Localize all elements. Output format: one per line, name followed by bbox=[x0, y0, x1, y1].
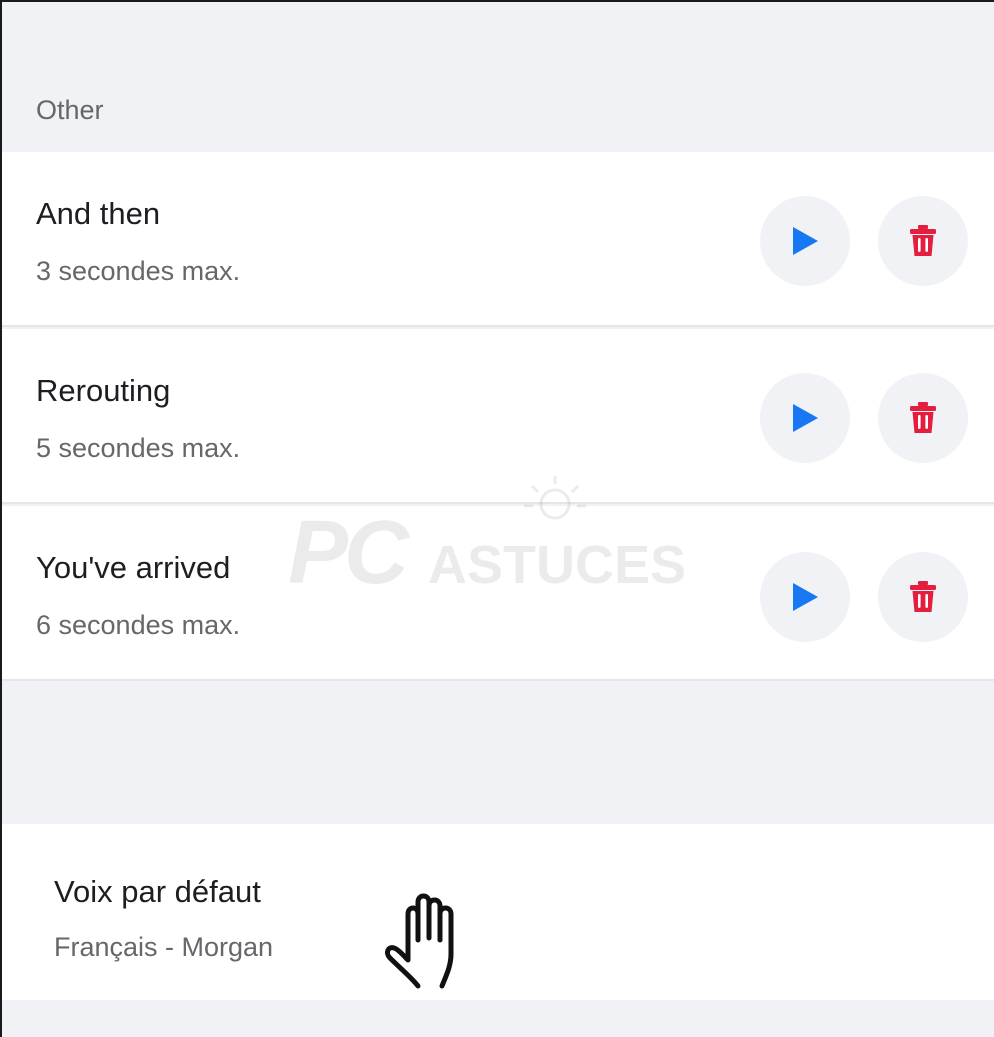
section-label: Other bbox=[36, 95, 104, 125]
play-button[interactable] bbox=[760, 552, 850, 642]
sound-item-title: You've arrived bbox=[36, 550, 231, 585]
sound-item-and-then: And then 3 secondes max. bbox=[2, 152, 994, 327]
play-button[interactable] bbox=[760, 196, 850, 286]
play-button[interactable] bbox=[760, 373, 850, 463]
sound-item-title: And then bbox=[36, 196, 161, 231]
play-icon bbox=[793, 583, 818, 611]
hand-cursor-icon bbox=[384, 893, 454, 989]
sound-item-youve-arrived: You've arrived 6 secondes max. bbox=[2, 506, 994, 681]
delete-button[interactable] bbox=[878, 373, 968, 463]
trash-icon bbox=[910, 225, 936, 256]
default-voice-title: Voix par défaut bbox=[54, 874, 261, 909]
play-icon bbox=[793, 404, 818, 432]
delete-button[interactable] bbox=[878, 196, 968, 286]
sound-item-title: Rerouting bbox=[36, 373, 171, 408]
sound-item-duration: 5 secondes max. bbox=[36, 433, 241, 463]
play-icon bbox=[793, 227, 818, 255]
settings-panel: Other And then 3 secondes max. Rerouting… bbox=[0, 0, 994, 1037]
delete-button[interactable] bbox=[878, 552, 968, 642]
sound-item-duration: 6 secondes max. bbox=[36, 610, 241, 640]
default-voice-setting[interactable]: Voix par défaut Français - Morgan bbox=[2, 824, 994, 1000]
sound-item-duration: 3 secondes max. bbox=[36, 256, 241, 286]
sound-item-rerouting: Rerouting 5 secondes max. bbox=[2, 329, 994, 504]
trash-icon bbox=[910, 581, 936, 612]
default-voice-value: Français - Morgan bbox=[54, 932, 274, 962]
section-header-other: Other bbox=[2, 2, 994, 152]
trash-icon bbox=[910, 402, 936, 433]
